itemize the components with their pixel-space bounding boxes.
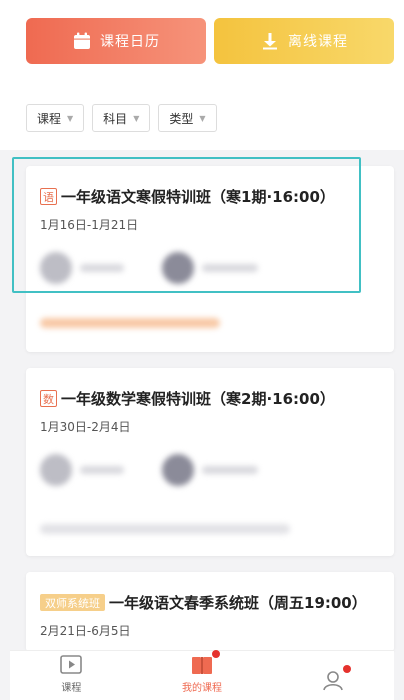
nav-item-profile[interactable]	[321, 665, 351, 694]
course-card[interactable]: 语 一年级语文寒假特训班（寒1期·16:00） 1月16日-1月21日	[26, 166, 394, 352]
filter-course-label: 课程	[37, 111, 62, 126]
course-dates: 1月16日-1月21日	[40, 218, 139, 232]
course-status-blurred	[40, 318, 220, 328]
teacher-name-blurred	[80, 264, 124, 272]
tutor-name-blurred	[202, 466, 258, 474]
book-icon	[190, 650, 220, 676]
course-card[interactable]: 数 一年级数学寒假特训班（寒2期·16:00） 1月30日-2月4日	[26, 368, 394, 556]
course-dates: 1月30日-2月4日	[40, 420, 131, 434]
filter-bar: 课程 ▼ 科目 ▼ 类型 ▼	[26, 104, 217, 132]
chevron-down-icon: ▼	[67, 113, 74, 123]
avatar	[40, 252, 72, 284]
filter-subject-dropdown[interactable]: 科目 ▼	[92, 104, 151, 132]
course-title-row: 数 一年级数学寒假特训班（寒2期·16:00）	[40, 388, 335, 409]
tutor-name-blurred	[202, 264, 258, 272]
course-title: 一年级语文寒假特训班（寒1期·16:00）	[61, 188, 335, 206]
avatar	[162, 252, 194, 284]
avatar	[40, 454, 72, 486]
download-icon	[263, 33, 277, 50]
offline-courses-button[interactable]: 离线课程	[214, 18, 394, 64]
course-card[interactable]: 双师系统班 一年级语文春季系统班（周五19:00） 2月21日-6月5日	[26, 572, 394, 652]
offline-courses-label: 离线课程	[288, 34, 348, 50]
chevron-down-icon: ▼	[133, 113, 140, 123]
teacher-info	[40, 454, 124, 486]
tutor-info	[162, 454, 258, 486]
notification-dot	[342, 665, 351, 673]
course-status-blurred	[40, 524, 290, 534]
filter-subject-label: 科目	[103, 111, 128, 126]
teacher-info	[40, 252, 124, 284]
notification-dot	[211, 650, 220, 658]
course-title: 一年级数学寒假特训班（寒2期·16:00）	[61, 390, 335, 408]
subject-tag: 语	[40, 188, 57, 205]
nav-label: 我的课程	[181, 683, 222, 694]
bottom-nav: 课程 我的课程	[10, 650, 394, 700]
course-title-row: 双师系统班 一年级语文春季系统班（周五19:00）	[40, 592, 367, 613]
course-calendar-button[interactable]: 课程日历	[26, 18, 206, 64]
subject-tag: 双师系统班	[40, 594, 105, 611]
chevron-down-icon: ▼	[199, 113, 206, 123]
nav-item-courses[interactable]: 课程	[59, 654, 83, 694]
nav-item-my-courses[interactable]: 我的课程	[181, 650, 222, 694]
course-calendar-label: 课程日历	[100, 34, 160, 50]
avatar	[162, 454, 194, 486]
play-icon	[60, 655, 83, 674]
nav-label: 课程	[61, 683, 82, 694]
course-title-row: 语 一年级语文寒假特训班（寒1期·16:00）	[40, 186, 335, 207]
course-title: 一年级语文春季系统班（周五19:00）	[109, 594, 367, 612]
course-dates: 2月21日-6月5日	[40, 624, 131, 638]
subject-tag: 数	[40, 390, 57, 407]
filter-type-dropdown[interactable]: 类型 ▼	[158, 104, 217, 132]
filter-type-label: 类型	[169, 111, 194, 126]
filter-course-dropdown[interactable]: 课程 ▼	[26, 104, 85, 132]
tutor-info	[162, 252, 258, 284]
teacher-name-blurred	[80, 466, 124, 474]
top-area: 课程日历 离线课程 课程 ▼ 科目 ▼ 类型 ▼	[0, 0, 404, 150]
calendar-icon	[74, 32, 90, 49]
user-icon	[321, 665, 351, 691]
